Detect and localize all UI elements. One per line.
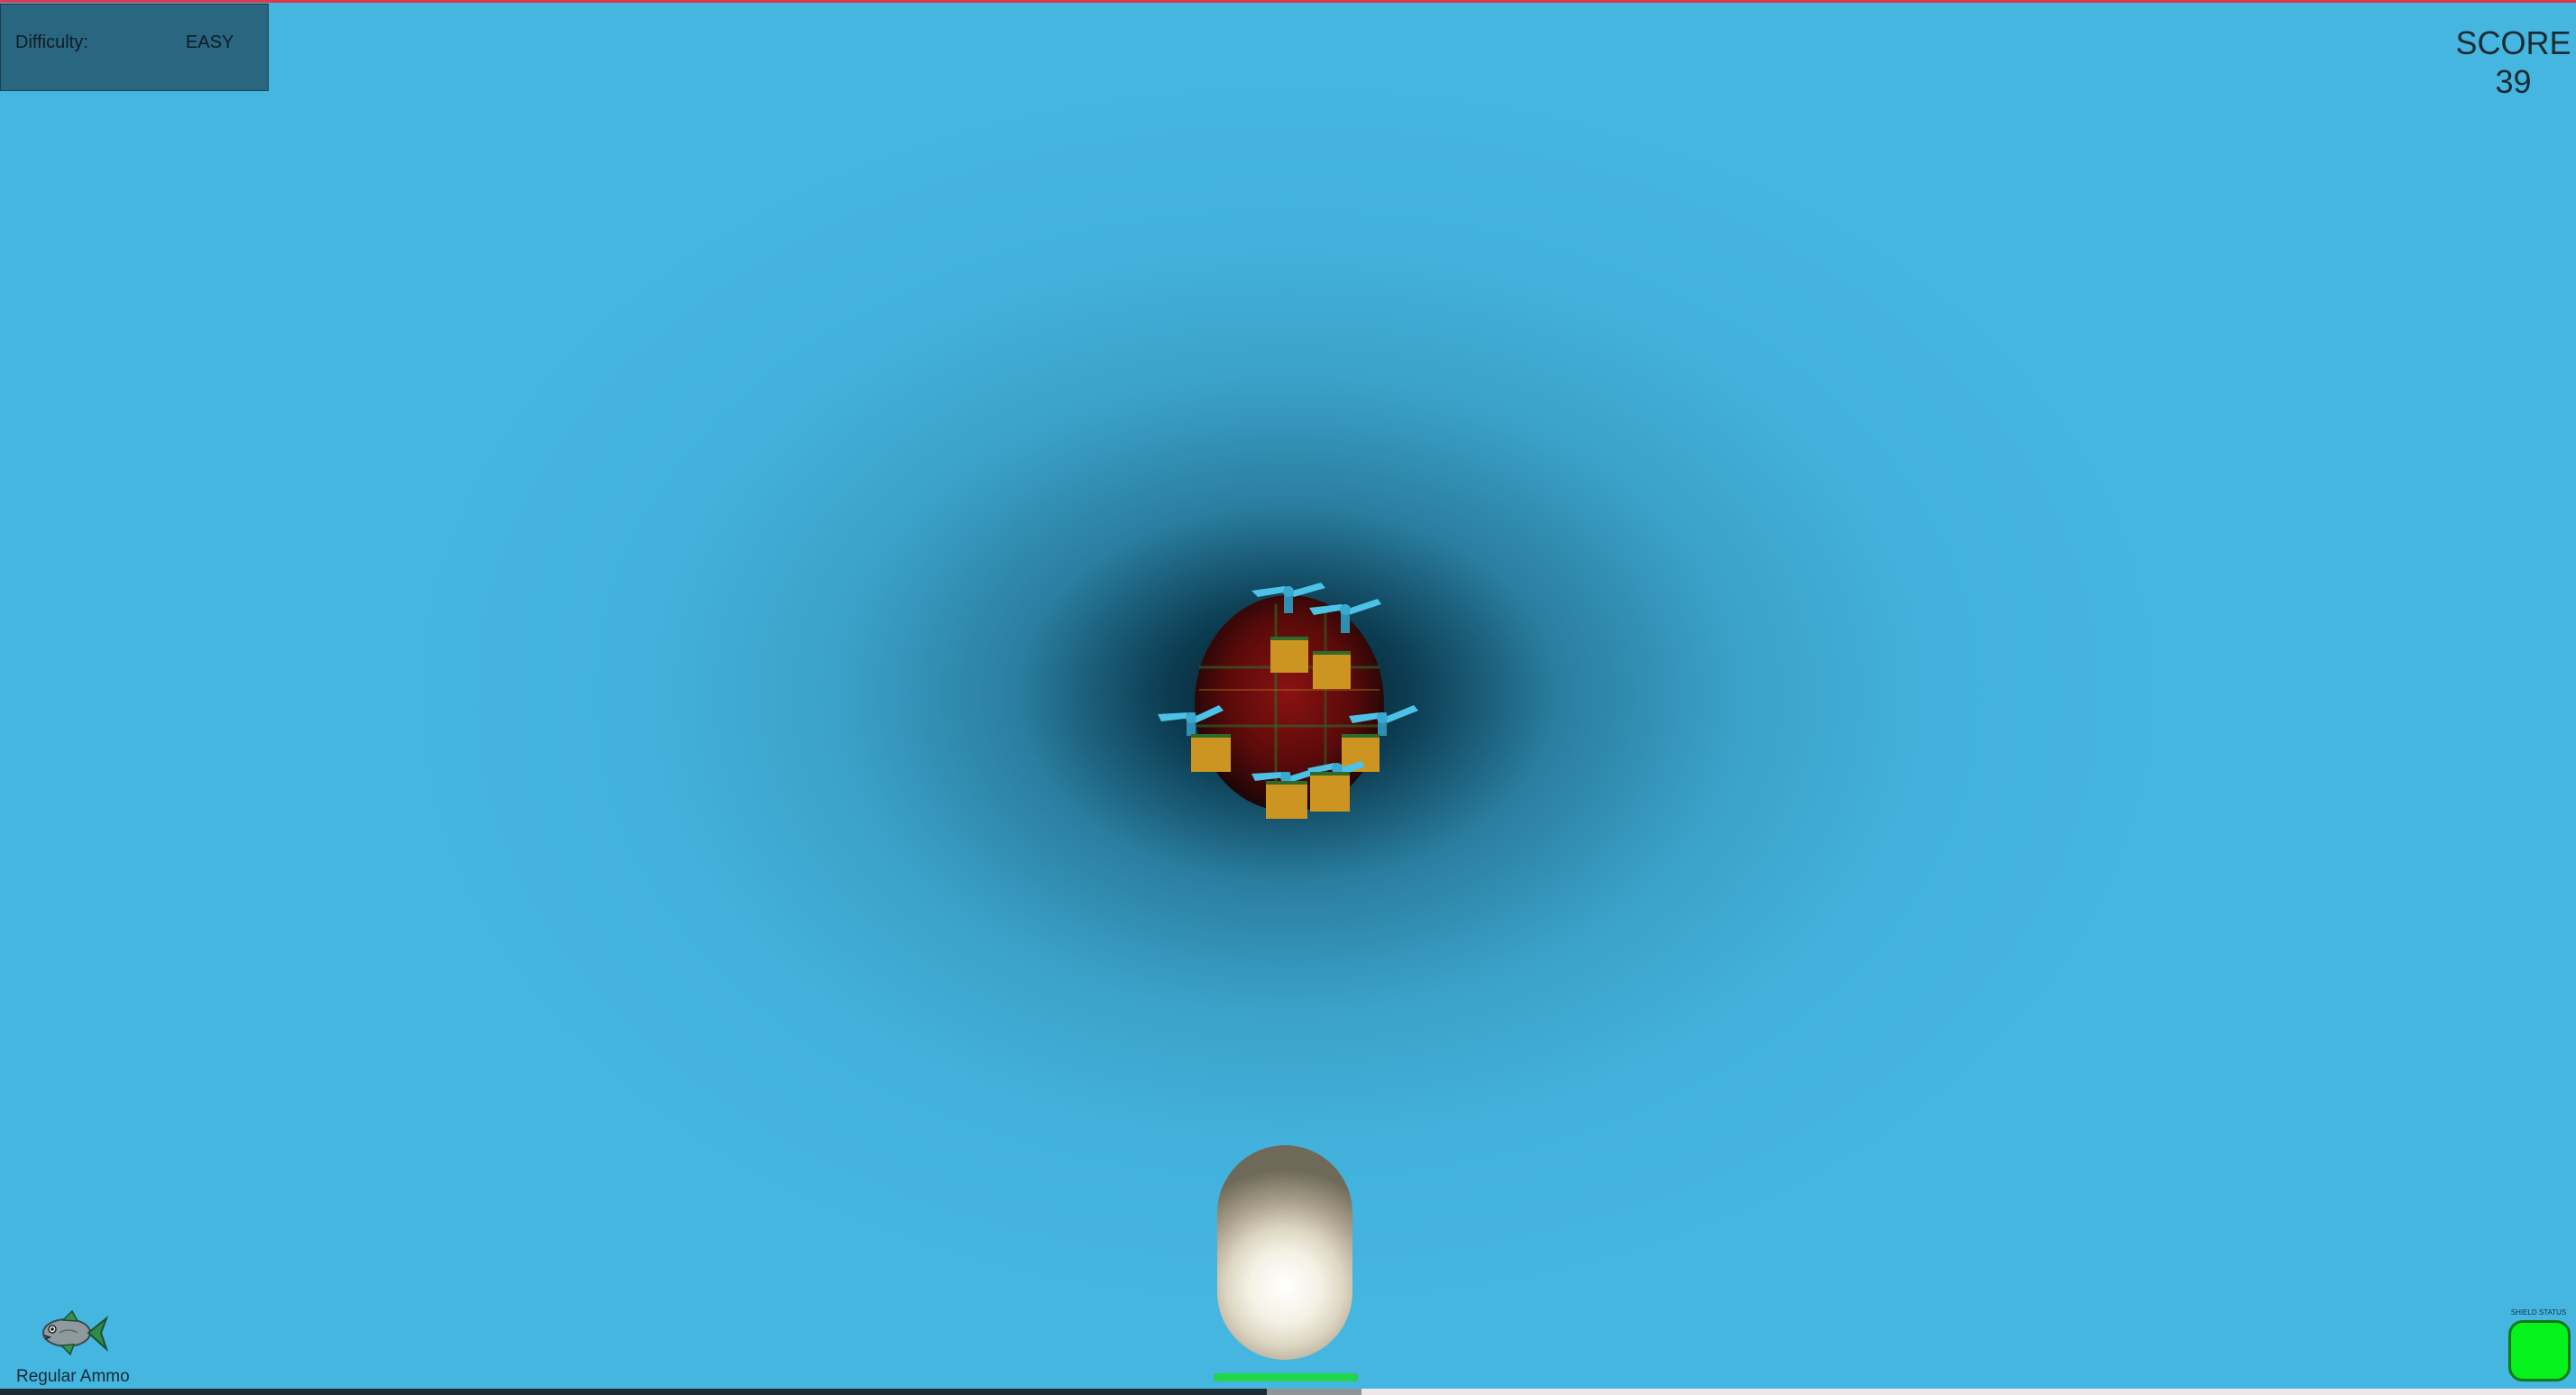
bottom-bar-segment [1361,1389,2576,1395]
shield-status-label: SHIELD STATUS [2510,1308,2567,1317]
bottom-bar-segment [1267,1389,1361,1395]
difficulty-panel: Difficulty: EASY [0,4,269,91]
difficulty-value: EASY [186,32,234,52]
player-health-bar [1214,1373,1358,1381]
game-viewport[interactable]: Difficulty: EASY SCORE 39 Regular Ammo S… [0,0,2576,1395]
difficulty-label: Difficulty: [15,32,88,52]
shield-status-indicator [2508,1320,2571,1381]
score-label: SCORE [2455,24,2571,61]
score-value: 39 [2495,63,2532,100]
ammo-type-label: Regular Ammo [16,1367,130,1386]
player-ship [1217,1145,1352,1360]
enemy-drone [1307,761,1365,812]
player-health-fill [1214,1373,1358,1381]
top-border [0,0,2576,3]
enemy-formation [1158,583,1418,819]
fish-icon [42,1309,109,1356]
